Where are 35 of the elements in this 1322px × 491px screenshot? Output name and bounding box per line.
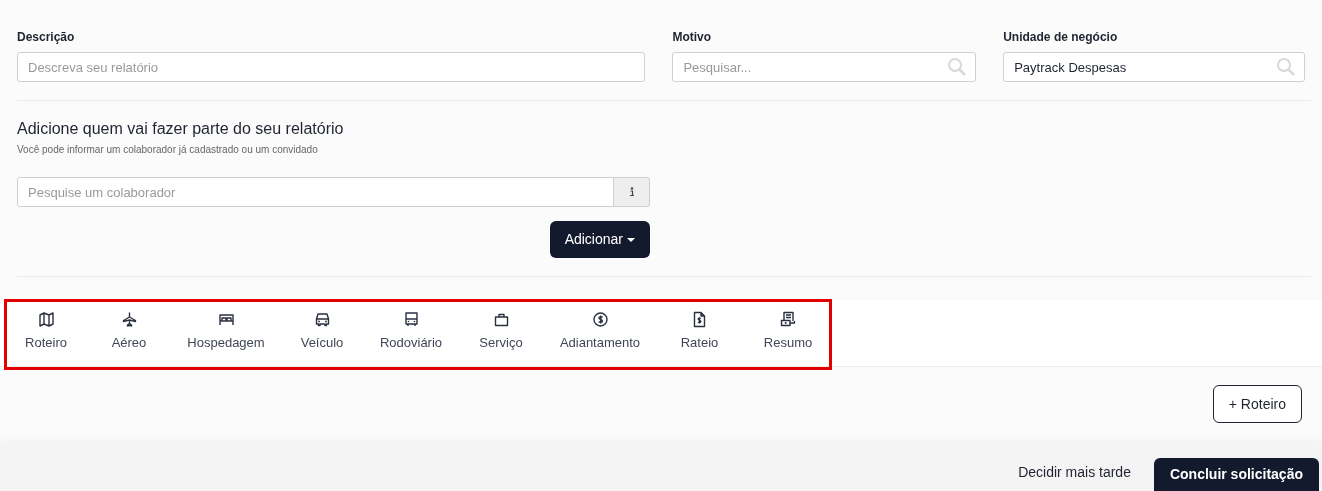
plane-icon [120, 311, 138, 329]
tab[interactable]: Roteiro [8, 300, 84, 366]
section-subtitle: Você pode informar um colaborador já cadastrado ou um convidado [17, 143, 319, 157]
info-icon [628, 187, 635, 197]
caret-icon [627, 237, 635, 242]
submit-button[interactable]: Concluir solicitação [1153, 458, 1319, 491]
tab[interactable]: Adiantamento [546, 300, 654, 366]
tab[interactable]: Aéreo [84, 300, 174, 366]
field-label: Descrição [17, 29, 76, 46]
tab[interactable]: Veículo [278, 300, 366, 366]
input-field[interactable]: Descreva seu relatório [17, 52, 646, 82]
collaborator-search-field[interactable]: Pesquise um colaborador [17, 177, 614, 207]
add-itinerary-button[interactable]: + Roteiro [1212, 385, 1302, 423]
car-icon [313, 311, 331, 329]
field-label: Unidade de negócio [1003, 29, 1119, 46]
section-title: Adicione quem vai fazer parte do seu relatório [17, 119, 345, 139]
input-field[interactable]: Paytrack Despesas [1003, 52, 1305, 82]
search-icon [1276, 57, 1296, 77]
tab[interactable]: Rateio [654, 300, 745, 366]
tab[interactable]: Hospedagem [174, 300, 278, 366]
input-field[interactable]: Pesquisar... [672, 52, 977, 82]
document-dollar-icon [691, 311, 708, 329]
tab[interactable]: Rodoviário [366, 300, 456, 366]
add-button[interactable]: Adicionar [549, 221, 650, 258]
info-addon[interactable] [614, 177, 650, 207]
briefcase-icon [492, 311, 510, 329]
tab[interactable]: Serviço [456, 300, 546, 366]
bus-icon [402, 311, 420, 329]
decide-later-link[interactable]: Decidir mais tarde [1018, 462, 1131, 483]
tab[interactable]: Resumo [745, 300, 831, 366]
map-icon [37, 311, 55, 329]
receipt-icon [779, 311, 797, 329]
field-label: Motivo [672, 29, 713, 46]
search-icon [947, 57, 968, 77]
dollar-coin-icon [591, 311, 609, 329]
